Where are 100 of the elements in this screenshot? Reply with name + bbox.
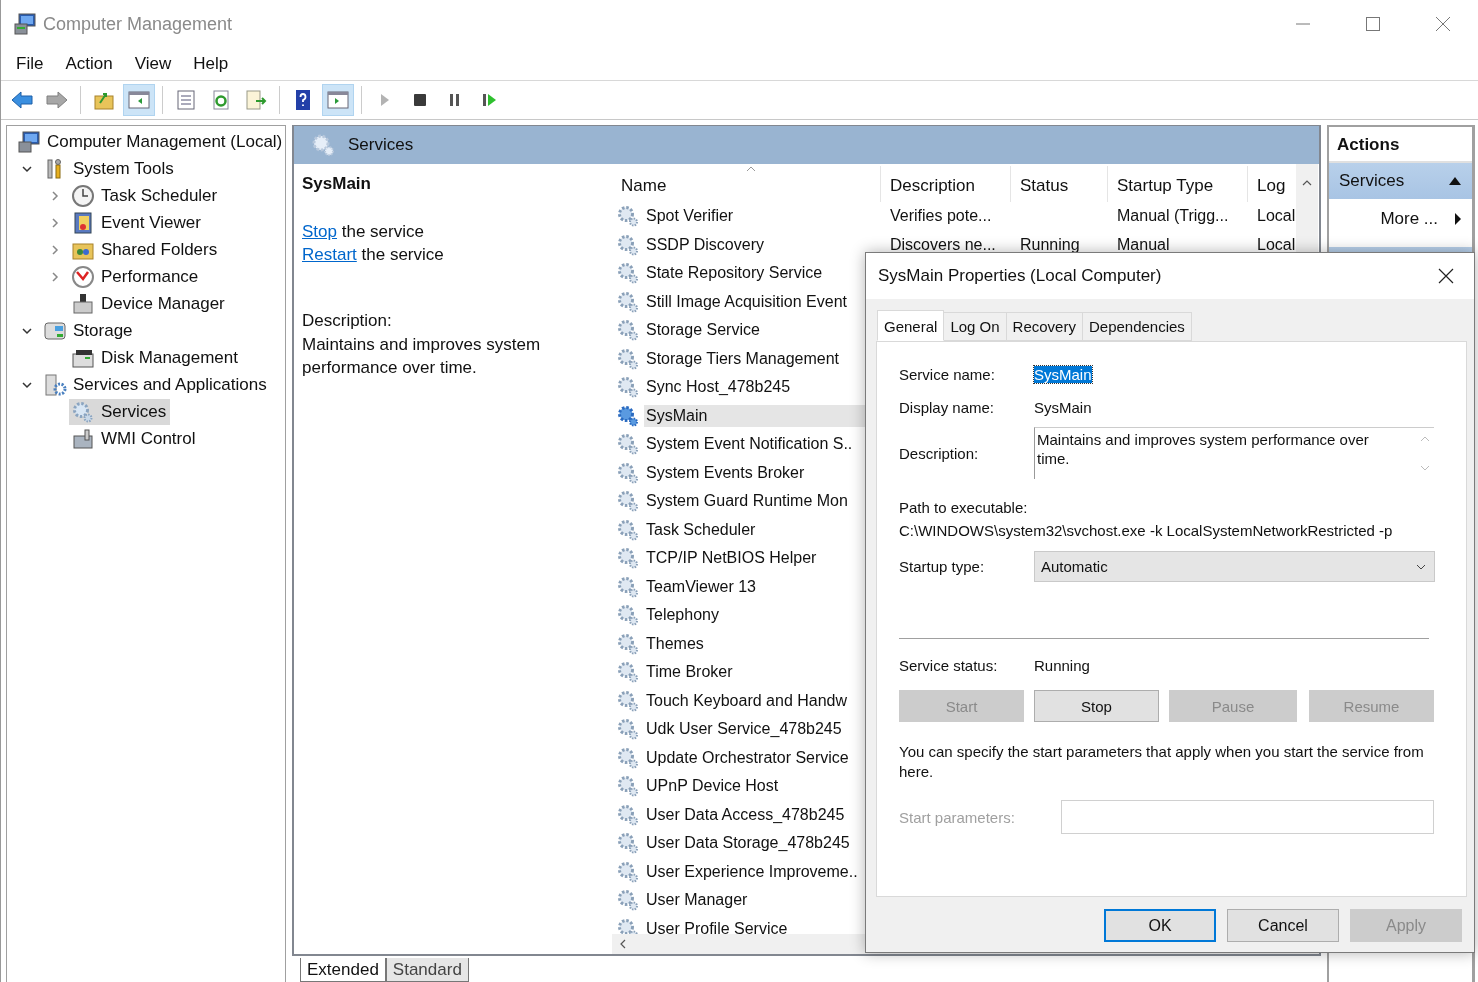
table-cell: Running bbox=[1020, 235, 1080, 253]
close-icon[interactable] bbox=[1438, 268, 1454, 284]
pane-title: Services bbox=[348, 135, 414, 155]
field-value[interactable]: SysMain bbox=[1034, 366, 1092, 383]
tree-item[interactable]: System Tools bbox=[41, 155, 178, 182]
clock-icon bbox=[71, 183, 95, 208]
tree-item[interactable]: Services and Applications bbox=[41, 371, 271, 398]
services-icon bbox=[71, 399, 95, 424]
table-cell: Local bbox=[1257, 207, 1296, 225]
field-label: Service name: bbox=[899, 366, 996, 383]
hint-text: You can specify the start parameters that apply when you start the service from here. bbox=[899, 742, 1424, 782]
view-tab[interactable]: Extended bbox=[300, 958, 386, 982]
scroll-left-icon[interactable] bbox=[620, 939, 626, 949]
menu-item[interactable]: Help bbox=[182, 50, 240, 78]
export-icon bbox=[244, 89, 268, 111]
service-control-button[interactable]: Stop bbox=[1034, 690, 1159, 722]
gear-icon bbox=[616, 888, 640, 913]
scroll-down-icon[interactable] bbox=[1420, 465, 1430, 471]
tree-item[interactable]: Task Scheduler bbox=[69, 182, 222, 209]
service-name[interactable]: SSDP Discovery bbox=[644, 233, 880, 256]
apps-icon bbox=[43, 372, 67, 397]
gear-icon bbox=[616, 717, 640, 742]
tree-item[interactable]: Event Viewer bbox=[69, 209, 205, 236]
gear-icon bbox=[616, 574, 640, 599]
tree-pane-icon bbox=[127, 89, 151, 111]
description-field[interactable]: Maintains and improves system performance over time. bbox=[1034, 427, 1434, 479]
tree-item[interactable]: Disk Management bbox=[69, 344, 242, 371]
column-header[interactable]: Startup Type bbox=[1107, 166, 1247, 202]
tree-item[interactable]: Performance bbox=[69, 263, 203, 290]
field-label: Startup type: bbox=[899, 558, 986, 575]
tree-pane-button[interactable] bbox=[123, 84, 155, 116]
action-pane-icon bbox=[326, 89, 350, 111]
table-cell: Manual bbox=[1117, 235, 1170, 253]
tree-item[interactable]: Device Manager bbox=[69, 290, 229, 317]
gear-icon bbox=[616, 261, 640, 286]
gear-icon bbox=[616, 859, 640, 884]
gear-icon bbox=[616, 802, 640, 827]
tree-item[interactable]: Computer Management (Local) bbox=[15, 128, 287, 155]
properties-icon bbox=[174, 89, 198, 111]
dialog-button[interactable]: Cancel bbox=[1227, 909, 1339, 942]
gear-icon bbox=[616, 631, 640, 656]
view-tab[interactable]: Standard bbox=[385, 958, 469, 982]
gear-icon bbox=[616, 517, 640, 542]
maximize-icon[interactable] bbox=[1366, 17, 1380, 31]
submenu-arrow-icon bbox=[1454, 212, 1462, 226]
more-actions-item[interactable]: More ... bbox=[1329, 199, 1472, 239]
gear-icon bbox=[616, 432, 640, 457]
field-label: Description: bbox=[899, 444, 980, 462]
menu-item[interactable]: File bbox=[5, 50, 55, 78]
wmi-icon bbox=[71, 426, 95, 451]
table-cell: Verifies pote... bbox=[890, 207, 992, 225]
gear-icon bbox=[616, 289, 640, 314]
gear-icon bbox=[616, 403, 640, 428]
performance-icon bbox=[71, 264, 95, 289]
dialog-title: SysMain Properties (Local Computer) bbox=[878, 266, 1162, 286]
computer-icon bbox=[17, 129, 41, 154]
dialog-tab[interactable]: General bbox=[877, 310, 945, 341]
action-line: Restart the service bbox=[302, 244, 445, 266]
startup-type-dropdown[interactable]: Automatic bbox=[1034, 551, 1435, 582]
window-title: Computer Management bbox=[43, 13, 233, 35]
scroll-up-icon[interactable] bbox=[1302, 180, 1312, 186]
menu-item[interactable]: Action bbox=[54, 50, 124, 78]
gear-icon bbox=[616, 232, 640, 257]
sort-caret-icon bbox=[746, 166, 756, 172]
gear-icon bbox=[616, 204, 640, 229]
menu-item[interactable]: View bbox=[123, 50, 183, 78]
forward-icon bbox=[45, 89, 69, 111]
column-header[interactable]: Name bbox=[612, 166, 880, 202]
description-text: Maintains and improves system performance over time. bbox=[302, 334, 542, 379]
dialog-button[interactable]: OK bbox=[1104, 909, 1216, 942]
device-icon bbox=[71, 291, 95, 316]
field-label: Start parameters: bbox=[899, 808, 1016, 826]
computer-icon bbox=[13, 12, 37, 36]
gear-icon bbox=[616, 688, 640, 713]
table-cell: Manual (Trigg... bbox=[1117, 207, 1229, 225]
tree-item[interactable]: Storage bbox=[41, 317, 137, 344]
collapse-triangle-icon bbox=[1448, 176, 1462, 186]
section-header[interactable]: Services bbox=[1329, 163, 1472, 199]
gear-icon bbox=[616, 774, 640, 799]
service-name[interactable]: Spot Verifier bbox=[644, 205, 880, 228]
column-header[interactable]: Description bbox=[880, 166, 1010, 202]
service-action-link[interactable]: Restart bbox=[302, 245, 357, 264]
table-cell: Discovers ne... bbox=[890, 235, 996, 253]
column-header[interactable]: Status bbox=[1010, 166, 1107, 202]
viewer-icon bbox=[71, 210, 95, 235]
gear-icon bbox=[616, 546, 640, 571]
description-label: Description: bbox=[302, 311, 393, 331]
gear-icon bbox=[616, 318, 640, 343]
gear-icon bbox=[616, 375, 640, 400]
tree-item[interactable]: Services bbox=[69, 398, 171, 425]
back-icon bbox=[10, 89, 34, 111]
gear-icon bbox=[616, 660, 640, 685]
action-line: Stop the service bbox=[302, 221, 425, 243]
gear-icon bbox=[616, 489, 640, 514]
service-action-link[interactable]: Stop bbox=[302, 222, 337, 241]
field-label: Service status: bbox=[899, 657, 999, 674]
start-parameters-field[interactable] bbox=[1061, 800, 1434, 834]
tree-item[interactable]: WMI Control bbox=[69, 425, 200, 452]
status-value: Running bbox=[1034, 657, 1090, 674]
tree-item[interactable]: Shared Folders bbox=[69, 236, 222, 263]
